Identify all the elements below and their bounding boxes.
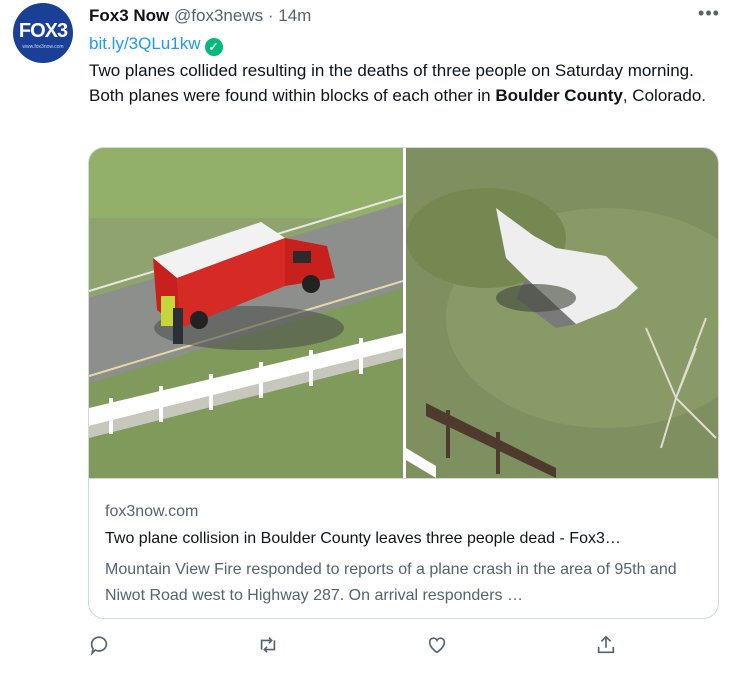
avatar[interactable]: FOX3 www.fox3now.com (13, 3, 73, 63)
card-domain: fox3now.com (105, 503, 199, 520)
like-icon[interactable] (426, 634, 450, 658)
tweet-text: Two planes collided resulting in the dea… (89, 58, 709, 108)
tweet-actions (0, 634, 732, 664)
reply-icon[interactable] (88, 634, 112, 658)
card-description: Mountain View Fire responded to reports … (105, 561, 677, 604)
card-media[interactable] (89, 148, 718, 478)
tweet-link-line: bit.ly/3QLu1kw ✓ (89, 34, 223, 56)
separator-dot: · (267, 6, 274, 25)
avatar-logo-subtext: www.fox3now.com (22, 44, 64, 50)
avatar-logo-text: FOX3 (18, 20, 68, 42)
share-icon[interactable] (595, 634, 619, 658)
more-icon[interactable]: ••• (696, 4, 722, 26)
tweet-link[interactable]: bit.ly/3QLu1kw (89, 34, 201, 53)
author-name[interactable]: Fox3 Now (89, 6, 169, 25)
timestamp[interactable]: 14m (278, 6, 311, 25)
plane-wreckage-photo[interactable] (406, 148, 718, 478)
card-meta[interactable]: fox3now.com Two plane collision in Bould… (89, 478, 718, 618)
tweet-text-bold: Boulder County (495, 86, 623, 105)
card-title[interactable]: Two plane collision in Boulder County le… (105, 530, 705, 548)
link-card[interactable]: fox3now.com Two plane collision in Bould… (88, 147, 719, 619)
tweet-text-part2: , Colorado. (622, 86, 707, 105)
tweet-header: Fox3 Now @fox3news · 14m (89, 6, 311, 26)
ambulance-photo[interactable] (89, 148, 403, 478)
retweet-icon[interactable] (257, 634, 281, 658)
author-handle[interactable]: @fox3news (174, 6, 263, 25)
verified-icon: ✓ (204, 38, 223, 56)
tweet[interactable]: FOX3 www.fox3now.com Fox3 Now @fox3news … (0, 0, 732, 678)
